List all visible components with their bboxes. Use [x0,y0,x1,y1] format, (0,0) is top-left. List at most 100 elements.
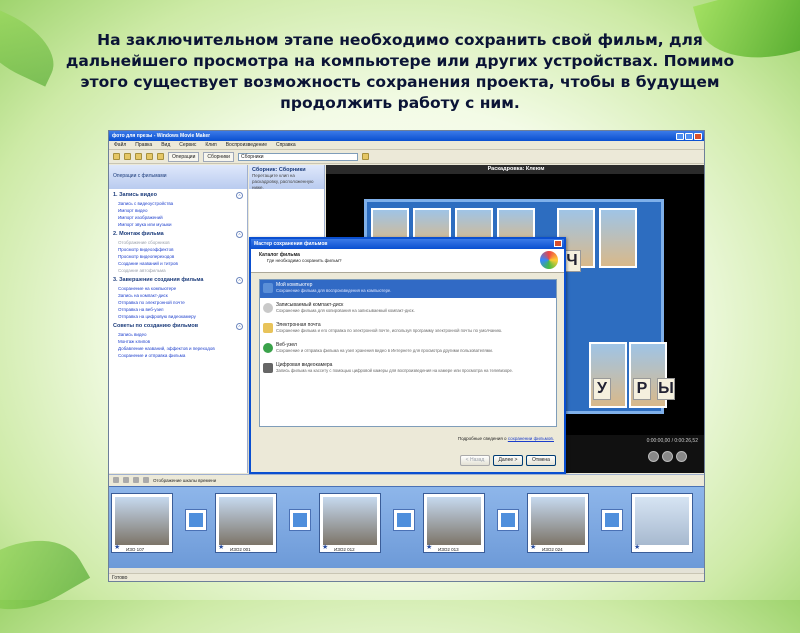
more-info: Подробные сведения о сохранении фильмов. [457,436,554,441]
window-titlebar: фото для презы - Windows Movie Maker [109,131,704,141]
wizard-question: Где необходимо сохранить фильм? [267,258,342,263]
task-link[interactable]: Запись видео [109,331,247,338]
storyboard-clip[interactable]: ★ ИЗО 107 [111,493,173,553]
status-bar: Готово [109,573,704,581]
option-web[interactable]: Веб-узел Сохранение и отправка фильма на … [260,340,556,358]
play-icon[interactable] [143,477,149,483]
save-movie-wizard: Мастер сохранения фильмов Каталог фильма… [249,237,566,474]
task-section-capture[interactable]: 1. Запись видео ^ [109,189,247,200]
cancel-button[interactable]: Отмена [526,455,556,466]
collection-hint: Перетащите клип на раскадровку, располож… [252,173,314,190]
email-icon [263,323,273,333]
maximize-icon[interactable] [685,132,693,140]
star-icon: ★ [218,544,225,551]
option-cd[interactable]: Записываемый компакт-диск Сохранение филь… [260,300,556,318]
transition-slot[interactable] [289,509,311,531]
rewind-icon[interactable] [133,477,139,483]
task-link[interactable]: Сохранение и отправка фильма [109,352,247,359]
menu-edit[interactable]: Правка [135,142,152,148]
menu-clip[interactable]: Клип [205,142,216,148]
task-link[interactable]: Отправка по электронной почте [109,299,247,306]
storyboard-clip[interactable]: ★ ИЗО2 013 [423,493,485,553]
task-link[interactable]: Просмотр видеопереходов [109,253,247,260]
task-link[interactable]: Импорт видео [109,207,247,214]
camera-icon [263,363,273,373]
task-section-finish[interactable]: 3. Завершение создания фильма ^ [109,274,247,285]
task-link: Отображение сборников [118,240,170,245]
star-icon: ★ [322,544,329,551]
cd-icon [263,303,273,313]
wizard-titlebar: Мастер сохранения фильмов [251,239,564,249]
new-icon[interactable] [113,153,120,160]
minimize-icon[interactable] [676,132,684,140]
zoom-in-icon[interactable] [113,477,119,483]
tasks-header: Операции с фильмами [109,165,247,189]
save-location-list: Мой компьютер Сохранение фильма для воспр… [259,279,557,427]
collapse-icon: ^ [236,323,243,330]
preview-time: 0:00:00,00 / 0:00:26,52 [646,438,698,444]
task-section-tips[interactable]: Советы по созданию фильмов ^ [109,320,247,331]
collection-header: Сборник: Сборники Перетащите клип на рас… [249,165,324,190]
fullscreen-icon[interactable] [676,451,687,462]
collections-button[interactable]: Сборники [203,151,234,162]
transition-slot[interactable] [601,509,623,531]
task-link[interactable]: Запись на компакт-диск [109,292,247,299]
task-link[interactable]: Запись с видеоустройства [109,200,247,207]
task-link[interactable]: Отправка на веб-узел [109,306,247,313]
storyboard-clip[interactable]: ★ ИЗО2 024 [527,493,589,553]
timeline-toggle[interactable]: Отображение шкалы времени [153,478,216,483]
play-icon[interactable] [648,451,659,462]
wizard-title: Мастер сохранения фильмов [254,241,328,247]
storyboard-clip[interactable]: ★ ИЗО2 012 [319,493,381,553]
tasks-pane: Операции с фильмами 1. Запись видео ^ Зап… [109,165,248,473]
wizard-header: Каталог фильма Где необходимо сохранить … [251,249,564,273]
redo-icon[interactable] [157,153,164,160]
task-link[interactable]: Добавление названий, эффектов и переходо… [109,345,247,352]
slide-heading: На заключительном этапе необходимо сохра… [65,31,735,112]
storyboard-clip[interactable]: ★ ИЗО2 001 [215,493,277,553]
storyboard: ★ ИЗО 107 ★ ИЗО2 001 ★ ИЗО2 012 ★ ИЗО2 013 ★… [109,486,704,568]
option-email[interactable]: Электронная почта Сохранение фильма и его… [260,320,556,338]
option-my-computer[interactable]: Мой компьютер Сохранение фильма для воспр… [260,280,556,298]
undo-icon[interactable] [146,153,153,160]
preview-header: Раскадровка: Клеюм [326,165,704,174]
option-dv-camera[interactable]: Цифровая видеокамера Запись фильма на кас… [260,360,556,378]
leaf-decoration [0,517,91,633]
transition-slot[interactable] [393,509,415,531]
collection-select[interactable]: Сборники [237,152,358,161]
task-section-edit[interactable]: 2. Монтаж фильма ^ [109,228,247,239]
menu-help[interactable]: Справка [276,142,296,148]
storyboard-toolbar: Отображение шкалы времени [109,474,704,485]
back-button[interactable]: < Назад [460,455,490,466]
transition-slot[interactable] [497,509,519,531]
star-icon: ★ [530,544,537,551]
menu-view[interactable]: Вид [161,142,170,148]
toolbar: Операции Сборники Сборники [109,150,704,164]
task-link[interactable]: Сохранение на компьютере [109,285,247,292]
tasks-button[interactable]: Операции [168,151,200,162]
stop-icon[interactable] [662,451,673,462]
open-icon[interactable] [124,153,131,160]
collapse-icon: ^ [236,192,243,199]
star-icon: ★ [634,544,641,551]
task-link[interactable]: Импорт звука или музыки [109,221,247,228]
more-info-link[interactable]: сохранении фильмов. [508,436,554,441]
task-link[interactable]: Просмотр видеоэффектов [109,246,247,253]
storyboard-clip[interactable]: ★ [631,493,693,553]
views-icon[interactable] [361,153,369,160]
zoom-out-icon[interactable] [123,477,129,483]
close-icon[interactable] [694,132,702,140]
collapse-icon: ^ [236,277,243,284]
menu-tools[interactable]: Сервис [179,142,196,148]
next-button[interactable]: Далее > [493,455,523,466]
globe-icon [263,343,273,353]
task-link[interactable]: Отправка на цифровую видеокамеру [109,313,247,320]
transition-slot[interactable] [185,509,207,531]
task-link[interactable]: Создание названий и титров [109,260,247,267]
task-link[interactable]: Импорт изображений [109,214,247,221]
menu-play[interactable]: Воспроизведение [226,142,267,148]
save-icon[interactable] [135,153,142,160]
close-icon[interactable] [554,240,562,247]
task-link[interactable]: Монтаж клипов [109,338,247,345]
menu-file[interactable]: Файл [114,142,126,148]
